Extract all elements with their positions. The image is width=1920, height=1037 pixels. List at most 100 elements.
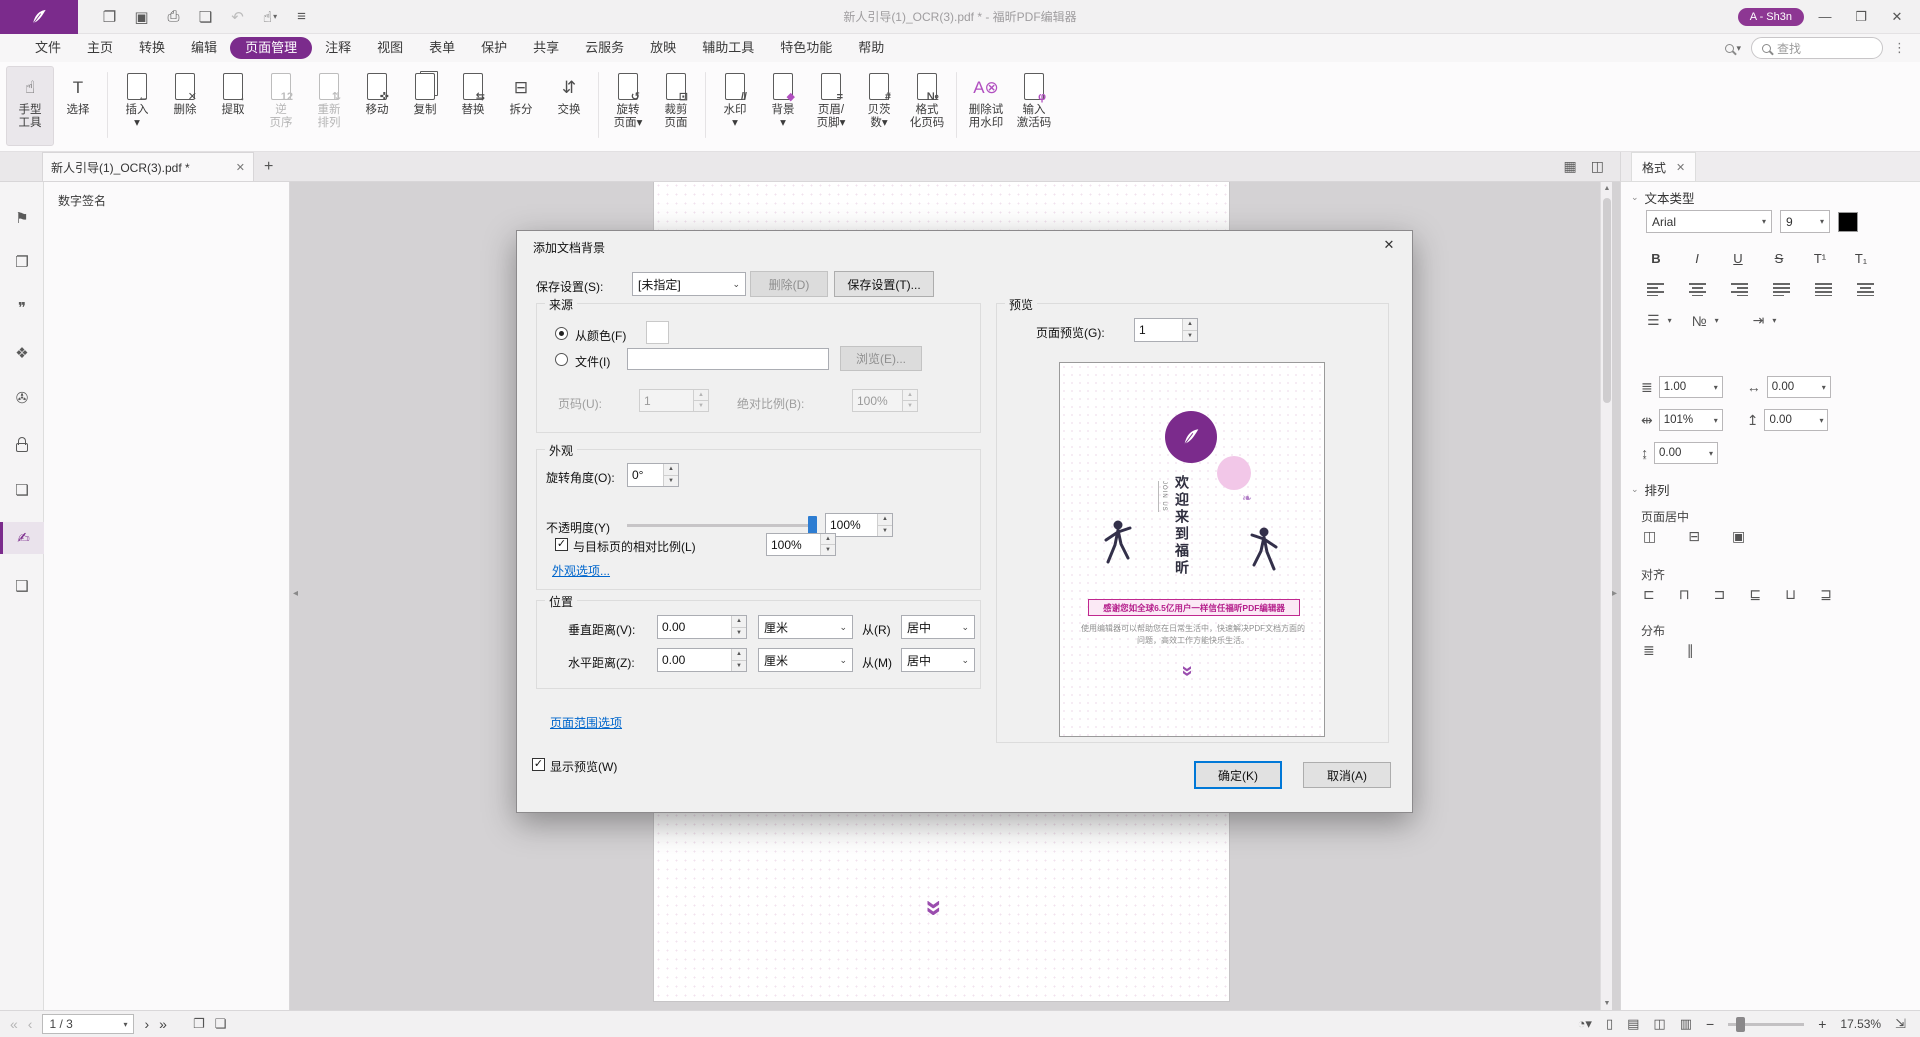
menu-item[interactable]: 注释 — [312, 37, 364, 59]
center-vertical-icon[interactable]: ⊟ — [1688, 528, 1700, 545]
toolbar-button[interactable]: 12 逆 页序 — [257, 66, 305, 146]
qat-button[interactable]: ❐ — [96, 4, 124, 30]
comments-icon[interactable]: ❞ — [0, 292, 44, 324]
toolbar-button[interactable]: ◆ 背景 ▾ — [759, 66, 807, 146]
grid-view-icon[interactable]: ▦ — [1564, 158, 1577, 175]
rotation-spinner[interactable]: ▲▼ — [627, 463, 679, 487]
align-objects-center-icon[interactable]: ⊓ — [1679, 586, 1690, 603]
security-lock-icon[interactable] — [0, 428, 44, 460]
font-color-swatch[interactable] — [1838, 212, 1858, 232]
prev-page-icon[interactable]: ‹ — [28, 1016, 33, 1032]
char-spacing-input[interactable]: 0.00▾ — [1767, 376, 1831, 398]
advanced-search-icon[interactable]: ▾ — [1725, 43, 1741, 54]
panel-toggle-icon[interactable]: ◫ — [1591, 158, 1604, 175]
align-objects-top-icon[interactable]: ⊑ — [1749, 586, 1761, 603]
toolbar-button[interactable]: ⇵ 交换 — [545, 66, 593, 146]
from-file-radio[interactable] — [555, 353, 568, 366]
menu-item[interactable]: 转换 — [126, 37, 178, 59]
zoom-slider-track[interactable] — [1728, 1023, 1804, 1026]
vertical-scrollbar[interactable]: ▲ ▼ — [1600, 182, 1612, 1010]
clipboard-icon[interactable]: ❏ — [215, 1016, 227, 1032]
align-right-icon[interactable] — [1731, 282, 1748, 296]
qat-button[interactable]: ❏ — [192, 4, 220, 30]
menu-item[interactable]: 放映 — [637, 37, 689, 59]
menu-item[interactable]: 表单 — [416, 37, 468, 59]
appearance-options-link[interactable]: 外观选项... — [552, 562, 610, 579]
layers-icon[interactable]: ❖ — [0, 337, 44, 369]
digital-signatures-icon[interactable]: ✍ — [0, 522, 44, 554]
toolbar-button[interactable]: 复制 — [401, 66, 449, 146]
relative-scale-spinner[interactable]: ▲▼ — [766, 533, 836, 556]
right-panel-collapse-handle[interactable]: ▸ — [1612, 588, 1617, 599]
toolbar-button[interactable]: ✕ 删除 — [161, 66, 209, 146]
zoom-in-icon[interactable]: + — [1818, 1016, 1826, 1032]
facing-continuous-view-icon[interactable]: ▥ — [1680, 1016, 1692, 1032]
toolbar-button[interactable]: φ 输入 激活码 — [1010, 66, 1058, 146]
subscript-button[interactable]: T₁ — [1848, 246, 1874, 270]
left-panel-collapse-handle[interactable]: ◂ — [293, 588, 298, 599]
bold-button[interactable]: B — [1643, 246, 1669, 270]
justify-all-icon[interactable] — [1815, 282, 1832, 296]
qat-button[interactable]: ≡ — [288, 4, 316, 30]
bookmarks-icon[interactable]: ⚑ — [0, 202, 44, 234]
page-thumbnails-icon[interactable]: ❐ — [0, 246, 44, 278]
format-tab-close-icon[interactable]: ✕ — [1676, 161, 1685, 174]
ok-button[interactable]: 确定(K) — [1194, 761, 1282, 789]
arrange-section-header[interactable]: ⌄ 排列 — [1631, 480, 1670, 499]
cancel-button[interactable]: 取消(A) — [1303, 762, 1391, 788]
close-button[interactable]: ✕ — [1882, 4, 1912, 30]
document-tab[interactable]: 新人引导(1)_OCR(3).pdf * ✕ — [42, 152, 254, 181]
search-input[interactable]: 查找 — [1751, 37, 1883, 59]
qat-button[interactable]: ↶ — [224, 4, 252, 30]
toolbar-button[interactable]: ← 插入 ▾ — [113, 66, 161, 146]
toolbar-button[interactable]: ✜ 移动 — [353, 66, 401, 146]
toolbar-button[interactable]: ↺ 旋转 页面▾ — [604, 66, 652, 146]
justify-icon[interactable] — [1773, 282, 1790, 296]
align-left-icon[interactable] — [1647, 282, 1664, 296]
tab-close-icon[interactable]: ✕ — [236, 161, 245, 174]
toolbar-button[interactable]: # 贝茨 数▾ — [855, 66, 903, 146]
horizontal-unit-select[interactable]: 厘米⌄ — [758, 648, 853, 672]
zoom-percentage[interactable]: 17.53% — [1840, 1017, 1881, 1031]
numbered-list-icon[interactable]: № — [1692, 313, 1707, 329]
menu-item[interactable]: 视图 — [364, 37, 416, 59]
menu-item[interactable]: 保护 — [468, 37, 520, 59]
show-preview-checkbox[interactable]: ✓ — [532, 758, 545, 771]
file-path-input[interactable] — [627, 348, 829, 370]
menu-item[interactable]: 特色功能 — [767, 37, 845, 59]
save-settings-select[interactable]: [未指定]⌄ — [632, 272, 746, 296]
toolbar-button[interactable]: № 格式 化页码 — [903, 66, 951, 146]
menu-item[interactable]: 云服务 — [572, 37, 637, 59]
facing-view-icon[interactable]: ◫ — [1653, 1016, 1665, 1032]
restore-button[interactable]: ❐ — [1846, 4, 1876, 30]
menu-item[interactable]: 主页 — [74, 37, 126, 59]
distribute-horizontal-icon[interactable]: ∥ — [1687, 642, 1694, 659]
menu-item[interactable]: 帮助 — [845, 37, 897, 59]
relative-scale-checkbox[interactable]: ✓ — [555, 538, 568, 551]
opacity-slider-handle[interactable] — [808, 516, 817, 534]
attachments-icon[interactable]: ✇ — [0, 382, 44, 414]
align-objects-bottom-icon[interactable]: ⊒ — [1820, 586, 1832, 603]
menu-item[interactable]: 页面管理 — [230, 37, 312, 59]
vertical-distance-spinner[interactable]: ▲▼ — [657, 615, 747, 639]
align-objects-right-icon[interactable]: ⊐ — [1714, 586, 1726, 603]
toolbar-button[interactable] — [107, 72, 108, 138]
italic-button[interactable]: I — [1684, 246, 1710, 270]
indent-icon[interactable]: ⇥ — [1753, 312, 1765, 329]
center-both-icon[interactable]: ▣ — [1732, 528, 1745, 545]
opacity-slider-track[interactable] — [627, 524, 816, 527]
last-page-icon[interactable]: » — [159, 1016, 167, 1032]
scrollbar-thumb[interactable] — [1603, 198, 1611, 403]
char-offset-input[interactable]: 0.00▾ — [1654, 442, 1718, 464]
zoom-slider-handle[interactable] — [1736, 1017, 1745, 1032]
font-size-select[interactable]: 9▾ — [1780, 210, 1830, 233]
from-color-radio[interactable] — [555, 327, 568, 340]
vertical-unit-select[interactable]: 厘米⌄ — [758, 615, 853, 639]
align-objects-left-icon[interactable]: ⊏ — [1643, 586, 1655, 603]
horizontal-scale-input[interactable]: 101%▾ — [1659, 409, 1723, 431]
horizontal-distance-spinner[interactable]: ▲▼ — [657, 648, 747, 672]
first-page-icon[interactable]: « — [10, 1016, 18, 1032]
toolbar-button[interactable]: ⇅ 重新 排列 — [305, 66, 353, 146]
more-options-icon[interactable]: ⋮ — [1893, 40, 1906, 56]
user-account-badge[interactable]: A - Sh3n — [1738, 8, 1804, 26]
